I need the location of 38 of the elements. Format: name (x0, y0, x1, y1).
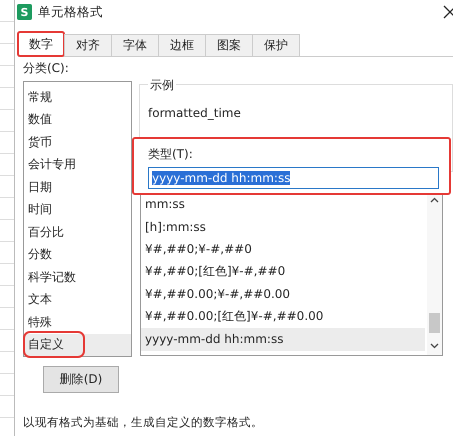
scroll-up-icon[interactable] (430, 197, 439, 203)
app-icon: S (17, 4, 32, 20)
category-item[interactable]: 分数 (24, 244, 131, 266)
category-item[interactable]: 时间 (24, 198, 131, 221)
close-icon[interactable] (443, 5, 453, 19)
tab[interactable]: 图案 (205, 34, 253, 56)
category-item[interactable]: 日期 (24, 176, 131, 198)
format-item[interactable]: ¥#,##0.00;¥-#,##0.00 (141, 283, 427, 306)
tab[interactable]: 数字 (17, 31, 65, 57)
format-item[interactable]: yyyy-mm-dd hh:mm:ss (141, 328, 425, 350)
sample-value: formatted_time (148, 106, 241, 120)
format-item[interactable]: [h]:mm:ss (141, 216, 427, 238)
tab[interactable]: 对齐 (64, 34, 112, 56)
window-title: 单元格格式 (38, 4, 104, 20)
scroll-down-icon[interactable] (430, 343, 439, 349)
format-item[interactable]: mm:ss (141, 193, 427, 216)
type-label: 类型(T): (148, 146, 194, 163)
tab[interactable]: 边框 (158, 34, 206, 56)
scrollbar-thumb[interactable] (429, 313, 440, 333)
category-item[interactable]: 自定义 (24, 334, 131, 356)
category-item[interactable]: 科学记数 (24, 266, 131, 288)
tab[interactable]: 字体 (111, 34, 159, 56)
format-item[interactable]: ¥#,##0;¥-#,##0 (141, 238, 427, 260)
sample-label: 示例 (148, 77, 176, 94)
category-item[interactable]: 百分比 (24, 221, 131, 244)
category-item[interactable]: 文本 (24, 288, 131, 311)
category-item[interactable]: 数值 (24, 108, 131, 131)
category-label: 分类(C): (23, 60, 70, 77)
category-item[interactable]: 特殊 (24, 311, 131, 334)
format-item[interactable]: ¥#,##0.00;[红色]¥-#,##0.00 (141, 306, 427, 328)
tab[interactable]: 保护 (252, 34, 300, 56)
category-item[interactable]: 货币 (24, 131, 131, 154)
format-item[interactable]: ¥#,##0;[红色]¥-#,##0 (141, 260, 427, 283)
category-item[interactable]: 会计专用 (24, 154, 131, 176)
type-input-field[interactable]: yyyy-mm-dd hh:mm:ss (148, 167, 439, 189)
delete-button[interactable]: 删除(D) (43, 366, 119, 393)
description-text: 以现有格式为基础，生成自定义的数字格式。 (23, 415, 264, 430)
category-item[interactable]: 常规 (24, 86, 131, 108)
